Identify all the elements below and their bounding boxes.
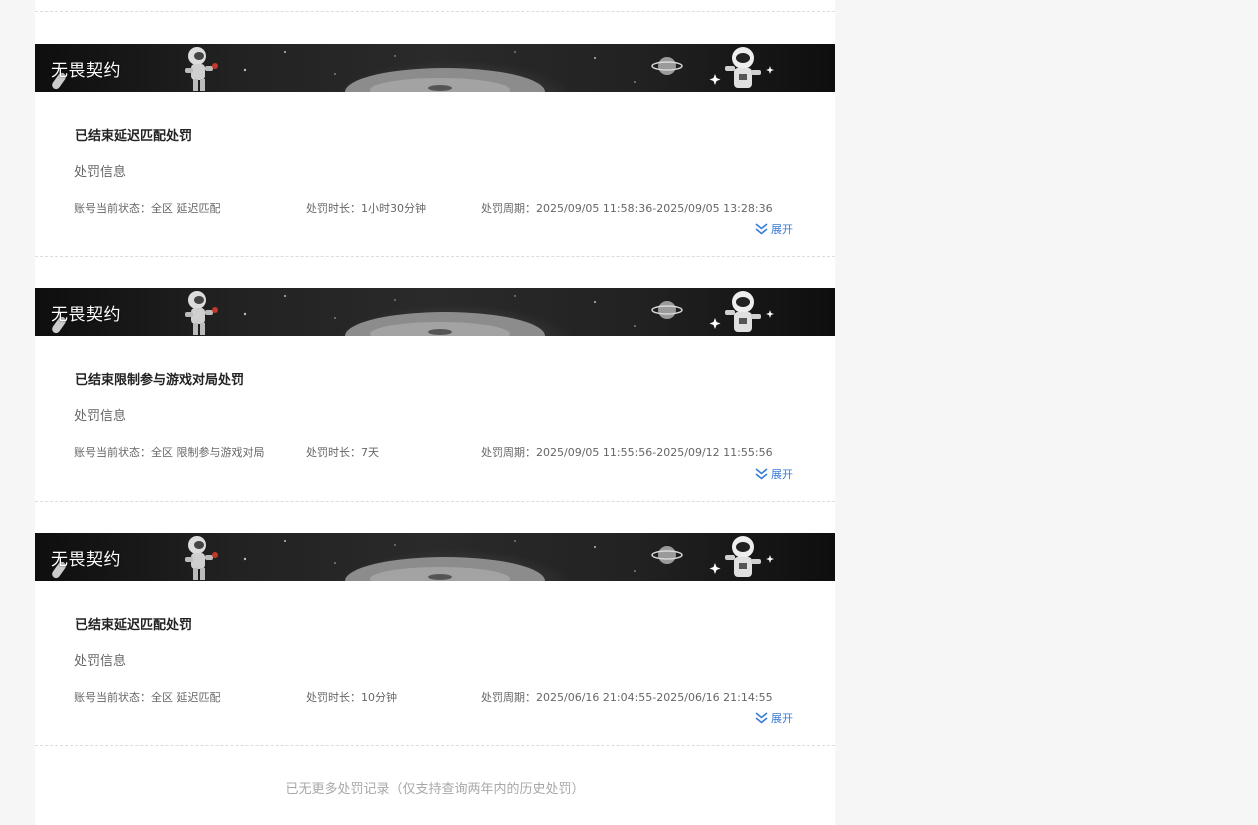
punishment-title: 已结束限制参与游戏对局处罚 [75,373,245,388]
expand-label: 展开 [771,712,793,725]
punishment-record: 无畏契约 已结束延迟匹配处罚 处罚信息 账号当前状态：全区 延迟匹配 处罚时长：… [35,533,835,746]
punishment-record: 无畏契约 已结束限制参与游戏对局处罚 处罚信息 账号当前状态：全区 限制参与游戏… [35,288,835,502]
double-chevron-down-icon [755,468,768,480]
game-title: 无畏契约 [51,305,121,325]
punishment-info-label: 处罚信息 [74,654,127,669]
space-astronaut-banner-art [52,536,774,581]
account-status: 账号当前状态：全区 延迟匹配 [74,691,221,704]
double-chevron-down-icon [755,223,768,235]
punishment-period: 处罚周期：2025/09/05 11:55:56-2025/09/12 11:5… [481,446,773,459]
punishment-title: 已结束延迟匹配处罚 [75,618,193,633]
divider [35,256,835,257]
punishment-info-label: 处罚信息 [74,409,127,424]
double-chevron-down-icon [755,712,768,724]
expand-button[interactable]: 展开 [755,710,793,726]
game-banner: 无畏契约 [35,288,835,336]
punishment-period: 处罚周期：2025/06/16 21:04:55-2025/06/16 21:1… [481,691,773,704]
divider [35,501,835,502]
game-banner: 无畏契约 [35,44,835,92]
punishment-period: 处罚周期：2025/09/05 11:58:36-2025/09/05 13:2… [481,202,773,215]
expand-label: 展开 [771,223,793,236]
expand-button[interactable]: 展开 [755,221,793,237]
punishment-duration: 处罚时长：1小时30分钟 [306,202,426,215]
punishment-info-label: 处罚信息 [74,165,127,180]
space-astronaut-banner-art [52,291,774,336]
expand-label: 展开 [771,468,793,481]
punishment-title: 已结束延迟匹配处罚 [75,129,193,144]
game-title: 无畏契约 [51,550,121,570]
game-banner: 无畏契约 [35,533,835,581]
space-astronaut-banner-art [52,47,774,92]
divider [35,745,835,746]
account-status: 账号当前状态：全区 延迟匹配 [74,202,221,215]
punishment-duration: 处罚时长：10分钟 [306,691,397,704]
punishment-duration: 处罚时长：7天 [306,446,379,459]
account-status: 账号当前状态：全区 限制参与游戏对局 [74,446,265,459]
game-title: 无畏契约 [51,61,121,81]
expand-button[interactable]: 展开 [755,466,793,482]
divider [35,11,835,12]
no-more-records-note: 已无更多处罚记录（仅支持查询两年内的历史处罚） [285,782,585,797]
punishment-record-panel: 无畏契约 已结束延迟匹配处罚 处罚信息 账号当前状态：全区 延迟匹配 处罚时长：… [35,0,835,825]
punishment-record: 无畏契约 已结束延迟匹配处罚 处罚信息 账号当前状态：全区 延迟匹配 处罚时长：… [35,44,835,257]
